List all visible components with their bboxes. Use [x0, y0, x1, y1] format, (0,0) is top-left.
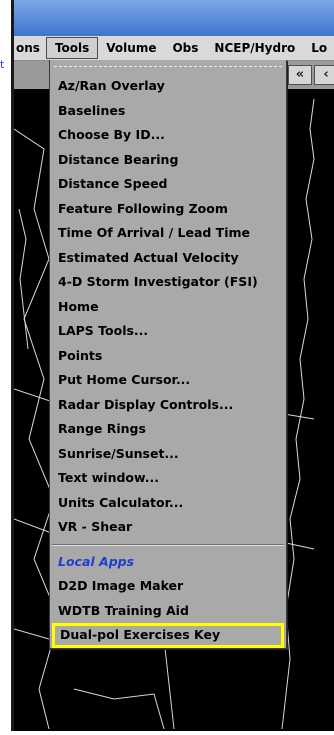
menu-ncep-hydro[interactable]: NCEP/Hydro: [206, 37, 303, 59]
menu-tools[interactable]: Tools: [45, 37, 99, 59]
menu-item-home[interactable]: Home: [50, 295, 286, 320]
menu-item-units-calculator[interactable]: Units Calculator...: [50, 491, 286, 516]
title-bar: [14, 0, 334, 37]
menu-item-d2d-image-maker[interactable]: D2D Image Maker: [50, 574, 286, 599]
menu-item-choose-by-id[interactable]: Choose By ID...: [50, 123, 286, 148]
menu-item-distance-bearing[interactable]: Distance Bearing: [50, 148, 286, 173]
menu-separator: [50, 540, 286, 550]
menu-local-truncated[interactable]: Lo: [303, 37, 334, 59]
menu-item-radar-display-controls[interactable]: Radar Display Controls...: [50, 393, 286, 418]
menu-item-text-window[interactable]: Text window...: [50, 466, 286, 491]
menu-options-truncated[interactable]: ons: [14, 37, 46, 59]
menu-item-baselines[interactable]: Baselines: [50, 99, 286, 124]
menu-item-4d-storm-investigator[interactable]: 4-D Storm Investigator (FSI): [50, 270, 286, 295]
menu-item-distance-speed[interactable]: Distance Speed: [50, 172, 286, 197]
first-frame-icon: «: [295, 67, 305, 82]
menu-item-az-ran-overlay[interactable]: Az/Ran Overlay: [50, 74, 286, 99]
menu-item-dual-pol-exercises-key[interactable]: Dual-pol Exercises Key: [52, 623, 284, 648]
menu-item-points[interactable]: Points: [50, 344, 286, 369]
previous-frame-icon: ‹: [323, 67, 329, 82]
menu-item-range-rings[interactable]: Range Rings: [50, 417, 286, 442]
menu-item-put-home-cursor[interactable]: Put Home Cursor...: [50, 368, 286, 393]
menu-item-feature-following-zoom[interactable]: Feature Following Zoom: [50, 197, 286, 222]
left-window-edge: [0, 0, 11, 731]
tearoff-line[interactable]: [50, 60, 286, 74]
menu-volume[interactable]: Volume: [98, 37, 164, 59]
menu-item-vr-shear[interactable]: VR - Shear: [50, 515, 286, 540]
tools-dropdown-menu: Az/Ran Overlay Baselines Choose By ID...…: [49, 60, 287, 649]
previous-frame-button[interactable]: ‹: [314, 65, 334, 85]
cave-window: ons Tools Volume Obs NCEP/Hydro Lo « ‹ A…: [11, 0, 334, 731]
first-frame-button[interactable]: «: [288, 65, 312, 85]
menu-bar: ons Tools Volume Obs NCEP/Hydro Lo: [14, 36, 334, 61]
local-apps-header: Local Apps: [58, 553, 135, 569]
left-window-fragment: t: [0, 58, 5, 71]
menu-item-time-of-arrival[interactable]: Time Of Arrival / Lead Time: [50, 221, 286, 246]
menu-item-sunrise-sunset[interactable]: Sunrise/Sunset...: [50, 442, 286, 467]
menu-item-estimated-actual-velocity[interactable]: Estimated Actual Velocity: [50, 246, 286, 271]
menu-obs[interactable]: Obs: [164, 37, 206, 59]
menu-item-wdtb-training-aid[interactable]: WDTB Training Aid: [50, 599, 286, 624]
state-border: [73, 688, 165, 730]
menu-item-laps-tools[interactable]: LAPS Tools...: [50, 319, 286, 344]
